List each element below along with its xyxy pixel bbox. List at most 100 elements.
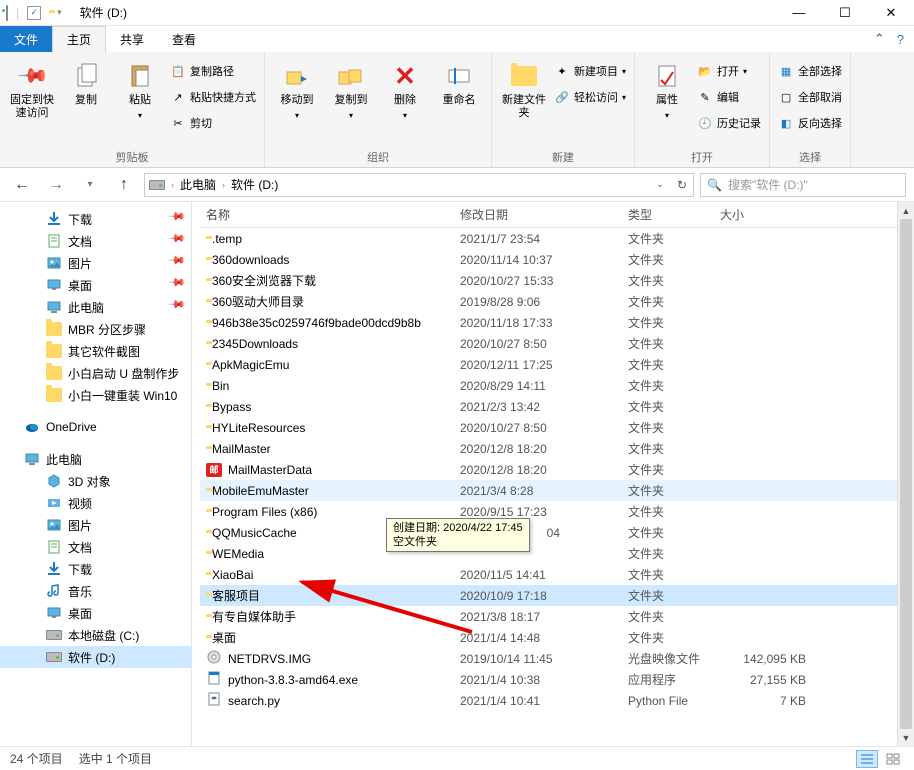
tab-home[interactable]: 主页 (52, 26, 106, 53)
sidebar-item[interactable]: 小白启动 U 盘制作步 (0, 362, 191, 384)
sidebar-item[interactable]: 其它软件截图 (0, 340, 191, 362)
cut-button[interactable]: ✂剪切 (170, 112, 256, 134)
sidebar-item[interactable]: 图片 (0, 514, 191, 536)
icons-view-button[interactable] (882, 750, 904, 768)
table-row[interactable]: 有专自媒体助手2021/3/8 18:17文件夹 (200, 606, 914, 627)
easy-access-button[interactable]: 🔗轻松访问 ▾ (554, 86, 626, 108)
checkbox-icon[interactable]: ✓ (27, 6, 41, 20)
table-row[interactable]: 2345Downloads2020/10/27 8:50文件夹 (200, 333, 914, 354)
new-item-icon: ✦ (554, 63, 570, 79)
path-chevron-icon[interactable]: › (218, 180, 229, 190)
table-row[interactable]: Program Files (x86)2020/9/15 17:23文件夹 (200, 501, 914, 522)
sidebar-item[interactable]: 下载📌 (0, 208, 191, 230)
sidebar-item[interactable]: 文档 (0, 536, 191, 558)
copy-button[interactable]: 复制 (62, 56, 110, 107)
select-none-button[interactable]: ▢全部取消 (778, 86, 842, 108)
group-open-label: 打开 (643, 147, 761, 165)
move-to-button[interactable]: 移动到 ▾ (273, 56, 321, 122)
table-row[interactable]: 邮MailMasterData2020/12/8 18:20文件夹 (200, 459, 914, 480)
sidebar-item[interactable]: MBR 分区步骤 (0, 318, 191, 340)
sidebar-item[interactable]: 本地磁盘 (C:) (0, 624, 191, 646)
table-row[interactable]: HYLiteResources2020/10/27 8:50文件夹 (200, 417, 914, 438)
details-view-button[interactable] (856, 750, 878, 768)
table-row[interactable]: WEMedia文件夹 (200, 543, 914, 564)
sidebar-item[interactable]: 视频 (0, 492, 191, 514)
table-row[interactable]: MobileEmuMaster2021/3/4 8:28文件夹 (200, 480, 914, 501)
table-row[interactable]: 360downloads2020/11/14 10:37文件夹 (200, 249, 914, 270)
table-row[interactable]: 桌面2021/1/4 14:48文件夹 (200, 627, 914, 648)
edit-button[interactable]: ✎编辑 (697, 86, 761, 108)
properties-button[interactable]: 属性 ▾ (643, 56, 691, 122)
file-type: 应用程序 (622, 671, 714, 688)
sidebar-item[interactable]: 下载 (0, 558, 191, 580)
scroll-up-icon[interactable]: ▲ (898, 202, 914, 219)
sidebar-item[interactable]: OneDrive (0, 416, 191, 438)
copy-to-button[interactable]: 复制到 ▾ (327, 56, 375, 122)
table-row[interactable]: search.py2021/1/4 10:41Python File7 KB (200, 690, 914, 711)
history-button[interactable]: 🕘历史记录 (697, 112, 761, 134)
tab-file[interactable]: 文件 (0, 26, 52, 52)
sidebar-item[interactable]: 此电脑📌 (0, 296, 191, 318)
address-path[interactable]: › 此电脑 › 软件 (D:) ⌄ ↻ (144, 173, 694, 197)
sidebar-item[interactable]: 桌面📌 (0, 274, 191, 296)
breadcrumb-current[interactable]: 软件 (D:) (231, 176, 278, 193)
close-button[interactable]: ✕ (868, 0, 914, 26)
sidebar-item[interactable]: 软件 (D:) (0, 646, 191, 668)
new-item-button[interactable]: ✦新建项目 ▾ (554, 60, 626, 82)
sidebar-item[interactable]: 文档📌 (0, 230, 191, 252)
recent-locations[interactable]: ▾ (76, 171, 104, 199)
scroll-thumb[interactable] (900, 219, 912, 729)
help-icon[interactable]: ? (897, 32, 904, 47)
table-row[interactable]: 946b38e35c0259746f9bade00dcd9b8b2020/11/… (200, 312, 914, 333)
table-row[interactable]: Bin2020/8/29 14:11文件夹 (200, 375, 914, 396)
forward-button[interactable]: → (42, 171, 70, 199)
paste-shortcut-button[interactable]: ↗粘贴快捷方式 (170, 86, 256, 108)
table-row[interactable]: 360驱动大师目录2019/8/28 9:06文件夹 (200, 291, 914, 312)
table-row[interactable]: ApkMagicEmu2020/12/11 17:25文件夹 (200, 354, 914, 375)
up-button[interactable]: ↑ (110, 171, 138, 199)
refresh-button[interactable]: ↻ (671, 174, 693, 196)
column-size[interactable]: 大小 (714, 206, 824, 223)
select-all-button[interactable]: ▦全部选择 (778, 60, 842, 82)
copy-path-button[interactable]: 📋复制路径 (170, 60, 256, 82)
ribbon-collapse-icon[interactable]: ⌃ (874, 31, 885, 47)
sidebar-item[interactable]: 图片📌 (0, 252, 191, 274)
invert-selection-button[interactable]: ◧反向选择 (778, 112, 842, 134)
table-row[interactable]: MailMaster2020/12/8 18:20文件夹 (200, 438, 914, 459)
sidebar-item[interactable]: 桌面 (0, 602, 191, 624)
qat-overflow[interactable]: ▾ (57, 7, 62, 18)
sidebar-item[interactable]: 音乐 (0, 580, 191, 602)
table-row[interactable]: QQMusicCache 04文件夹 (200, 522, 914, 543)
column-date[interactable]: 修改日期 (454, 206, 622, 223)
back-button[interactable]: ← (8, 171, 36, 199)
table-row[interactable]: NETDRVS.IMG2019/10/14 11:45光盘映像文件142,095… (200, 648, 914, 669)
table-row[interactable]: python-3.8.3-amd64.exe2021/1/4 10:38应用程序… (200, 669, 914, 690)
maximize-button[interactable]: ☐ (822, 0, 868, 26)
rename-button[interactable]: 重命名 (435, 56, 483, 107)
path-dropdown-button[interactable]: ⌄ (649, 174, 671, 196)
open-button[interactable]: 📂打开 ▾ (697, 60, 761, 82)
scroll-down-icon[interactable]: ▼ (898, 729, 914, 746)
sidebar-item[interactable]: 此电脑 (0, 448, 191, 470)
column-type[interactable]: 类型 (622, 206, 714, 223)
table-row[interactable]: .temp2021/1/7 23:54文件夹 (200, 228, 914, 249)
column-name[interactable]: 名称 (200, 206, 454, 223)
table-row[interactable]: Bypass2021/2/3 13:42文件夹 (200, 396, 914, 417)
table-row[interactable]: XiaoBai2020/11/5 14:41文件夹 (200, 564, 914, 585)
search-input[interactable]: 🔍 搜索"软件 (D:)" (700, 173, 906, 197)
tab-view[interactable]: 查看 (158, 26, 210, 52)
pin-to-quick-access-button[interactable]: 📌 固定到快速访问 (8, 56, 56, 120)
table-row[interactable]: 360安全浏览器下载2020/10/27 15:33文件夹 (200, 270, 914, 291)
new-folder-button[interactable]: 新建文件夹 (500, 56, 548, 120)
vertical-scrollbar[interactable]: ▲ ▼ (897, 202, 914, 746)
paste-button[interactable]: 粘贴 ▾ (116, 56, 164, 122)
delete-button[interactable]: ✕ 删除 ▾ (381, 56, 429, 122)
breadcrumb-this-pc[interactable]: 此电脑 (180, 176, 216, 193)
group-select-label: 选择 (778, 147, 842, 165)
table-row[interactable]: 客服项目2020/10/9 17:18文件夹 (200, 585, 914, 606)
sidebar-item[interactable]: 小白一键重装 Win10 (0, 384, 191, 406)
path-chevron-icon[interactable]: › (167, 180, 178, 190)
minimize-button[interactable]: — (776, 0, 822, 26)
tab-share[interactable]: 共享 (106, 26, 158, 52)
sidebar-item[interactable]: 3D 对象 (0, 470, 191, 492)
